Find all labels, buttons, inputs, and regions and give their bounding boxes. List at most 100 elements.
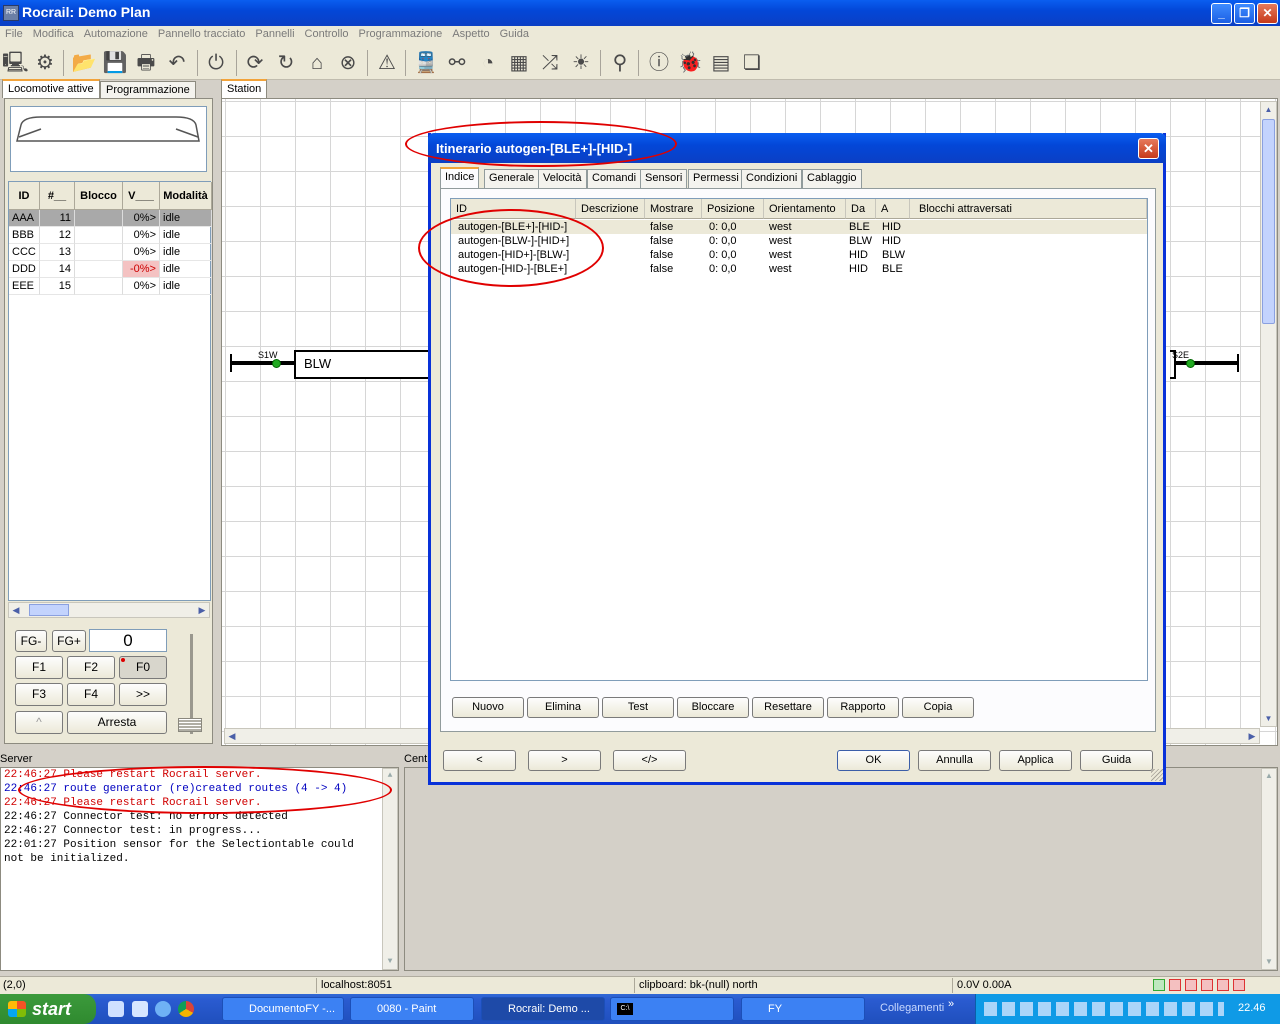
menu-programmazione[interactable]: Programmazione <box>354 26 448 42</box>
quicklaunch-ie-icon[interactable] <box>155 1001 171 1017</box>
tab-indice[interactable]: Indice <box>440 167 480 189</box>
tab-sensori[interactable]: Sensori <box>640 169 688 188</box>
new-route-button[interactable]: Nuovo <box>452 697 524 718</box>
sensor-s2e[interactable] <box>1186 359 1195 368</box>
f2-button[interactable]: F2 <box>67 656 115 679</box>
tab-station[interactable]: Station <box>221 79 268 98</box>
f4-button[interactable]: F4 <box>67 683 115 706</box>
start-button[interactable]: start <box>0 994 96 1024</box>
tray-icons[interactable] <box>984 1002 1224 1016</box>
col-speed[interactable]: V___ <box>123 182 160 210</box>
task-console[interactable]: C:\ <box>610 997 734 1021</box>
save-icon[interactable]: 💾 <box>102 50 128 76</box>
open-folder-icon[interactable]: 📂 <box>71 50 97 76</box>
loco-table-hscrollbar[interactable]: ◀ ▶ <box>8 602 210 618</box>
table-row[interactable]: AAA 11 0%> idle <box>9 210 212 227</box>
fg-plus-button[interactable]: FG+ <box>52 630 86 652</box>
scroll-left-icon[interactable]: ◀ <box>225 729 239 743</box>
scroll-right-icon[interactable]: ▶ <box>195 603 209 617</box>
tab-cablaggio[interactable]: Cablaggio <box>802 169 862 188</box>
col-orientamento[interactable]: Orientamento <box>764 199 846 219</box>
sensor-s1w[interactable] <box>272 359 281 368</box>
print-icon[interactable]: 🖶 <box>133 50 159 76</box>
reset-route-button[interactable]: Resettare <box>752 697 824 718</box>
plan-vscrollbar[interactable]: ▲ ▼ <box>1260 101 1277 727</box>
menu-guida[interactable]: Guida <box>495 26 534 42</box>
resize-grip-icon[interactable] <box>1151 769 1163 781</box>
sync-icon[interactable]: ⟳ <box>242 50 268 76</box>
col-blocchi[interactable]: Blocchi attraversati <box>910 199 1147 219</box>
tab-locomotive-attive[interactable]: Locomotive attive <box>2 79 100 98</box>
central-log[interactable]: ▲ ▼ <box>404 767 1278 971</box>
scroll-down-icon[interactable]: ▼ <box>1262 955 1276 969</box>
next-button[interactable]: > <box>528 750 601 771</box>
col-a[interactable]: A <box>876 199 910 219</box>
tab-permessi[interactable]: Permessi <box>688 169 744 188</box>
turnout-icon[interactable]: ⚯ <box>444 50 470 76</box>
route-grid-icon[interactable]: ▦ <box>506 50 532 76</box>
apply-button[interactable]: Applica <box>999 750 1072 771</box>
fg-minus-button[interactable]: FG- <box>15 630 47 652</box>
menu-aspetto[interactable]: Aspetto <box>447 26 494 42</box>
f1-button[interactable]: F1 <box>15 656 63 679</box>
table-row[interactable]: CCC 13 0%> idle <box>9 244 212 261</box>
minimize-button[interactable]: _ <box>1211 3 1232 24</box>
test-route-button[interactable]: Test <box>602 697 674 718</box>
scroll-up-icon[interactable]: ▲ <box>1261 102 1276 117</box>
col-da[interactable]: Da <box>846 199 876 219</box>
more-functions-button[interactable]: >> <box>119 683 167 706</box>
f0-button[interactable]: F0 <box>119 656 167 679</box>
menu-automazione[interactable]: Automazione <box>79 26 153 42</box>
home-icon[interactable]: ⌂ <box>304 50 330 76</box>
quicklaunch-chrome-icon[interactable] <box>178 1001 194 1017</box>
col-mostrare[interactable]: Mostrare <box>645 199 702 219</box>
tab-velocita[interactable]: Velocità <box>538 169 587 188</box>
cancel-button[interactable]: Annulla <box>918 750 991 771</box>
warning-icon[interactable]: ⚠ <box>374 50 400 76</box>
power-icon[interactable]: ⏻ <box>203 50 229 76</box>
delete-route-button[interactable]: Elimina <box>527 697 599 718</box>
log-vscrollbar[interactable]: ▲ ▼ <box>382 768 398 970</box>
document-icon[interactable]: ▤ <box>708 50 734 76</box>
scroll-thumb[interactable] <box>29 604 69 616</box>
cancel-icon[interactable]: ⊗ <box>335 50 361 76</box>
light-icon[interactable]: ☀ <box>568 50 594 76</box>
copy-route-button[interactable]: Copia <box>902 697 974 718</box>
col-descrizione[interactable]: Descrizione <box>576 199 645 219</box>
previous-button[interactable]: < <box>443 750 516 771</box>
xml-button[interactable]: </> <box>613 750 686 771</box>
table-row[interactable]: DDD 14 -0%> idle <box>9 261 212 278</box>
task-documentofy[interactable]: DocumentoFY -... <box>222 997 344 1021</box>
direction-button[interactable]: ^ <box>15 711 63 734</box>
speed-value-field[interactable]: 0 <box>89 629 167 652</box>
track-left[interactable] <box>230 361 294 365</box>
block-blw[interactable]: BLW <box>294 350 434 379</box>
tab-condizioni[interactable]: Condizioni <box>741 169 803 188</box>
task-paint[interactable]: 0080 - Paint <box>350 997 474 1021</box>
scroll-up-icon[interactable]: ▲ <box>383 769 397 783</box>
lock-route-button[interactable]: Bloccare <box>677 697 749 718</box>
scroll-right-icon[interactable]: ▶ <box>1245 729 1259 743</box>
menu-file[interactable]: File <box>0 26 28 42</box>
search-icon[interactable]: ⚲ <box>607 50 633 76</box>
col-address[interactable]: #__ <box>40 182 75 210</box>
table-row[interactable]: BBB 12 0%> idle <box>9 227 212 244</box>
scroll-down-icon[interactable]: ▼ <box>383 955 397 969</box>
scroll-thumb[interactable] <box>1262 119 1275 324</box>
f3-button[interactable]: F3 <box>15 683 63 706</box>
table-row[interactable]: EEE 15 0%> idle <box>9 278 212 295</box>
shuffle-icon[interactable]: ⤮ <box>537 50 563 76</box>
task-rocrail[interactable]: Rocrail: Demo ... <box>481 997 605 1021</box>
quicklaunch-explorer-icon[interactable] <box>132 1001 148 1017</box>
help-button[interactable]: Guida <box>1080 750 1153 771</box>
col-id[interactable]: ID <box>9 182 40 210</box>
scroll-left-icon[interactable]: ◀ <box>9 603 23 617</box>
speed-slider-handle[interactable] <box>178 718 202 732</box>
locomotive-icon[interactable]: 🚆 <box>413 50 439 76</box>
scroll-down-icon[interactable]: ▼ <box>1261 711 1276 726</box>
info-icon[interactable]: ⓘ <box>646 50 672 76</box>
refresh-icon[interactable]: ↻ <box>273 50 299 76</box>
col-mode[interactable]: Modalità <box>160 182 212 210</box>
close-button[interactable]: ✕ <box>1257 3 1278 24</box>
links-expand-icon[interactable]: » <box>948 998 954 1010</box>
